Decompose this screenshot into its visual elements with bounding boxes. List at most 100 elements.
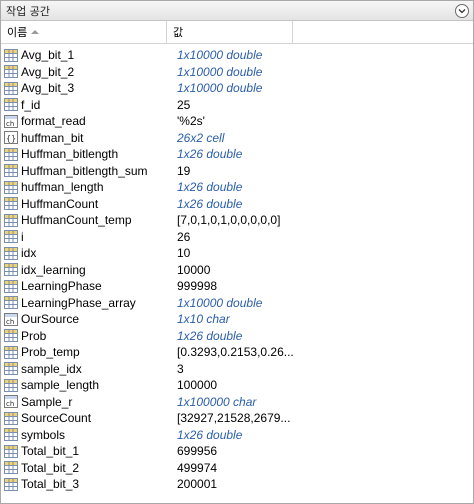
variable-name: LearningPhase_array [21,295,136,310]
variable-value: 10 [177,246,191,261]
matrix-icon [4,362,18,376]
variable-row[interactable]: sample_length 100000 [1,377,473,394]
sort-ascending-icon [31,30,40,34]
column-header: 이름 값 [1,21,473,44]
variable-row[interactable]: Total_bit_3 200001 [1,476,473,493]
variable-row[interactable]: LearningPhase 999998 [1,278,473,295]
variable-row[interactable]: symbols 1x26 double [1,427,473,444]
variable-row[interactable]: LearningPhase_array 1x10000 double [1,295,473,312]
variable-name: OurSource [21,312,80,327]
column-header-extra[interactable] [293,21,473,43]
variable-name: Avg_bit_2 [21,64,75,79]
variable-name: HuffmanCount [21,196,99,211]
variable-value: [32927,21528,2679... [177,411,291,426]
variable-name: Total_bit_3 [21,477,80,492]
variable-value: 499974 [177,460,218,475]
variable-value: 26x2 cell [177,130,225,145]
matrix-icon [4,477,18,491]
variable-row[interactable]: ch OurSource 1x10 char [1,311,473,328]
matrix-icon [4,81,18,95]
variable-row[interactable]: huffman_length 1x26 double [1,179,473,196]
variable-value: 1x10 char [177,312,230,327]
variable-row[interactable]: HuffmanCount 1x26 double [1,196,473,213]
char-icon: ch [4,395,18,409]
variable-name: Avg_bit_1 [21,48,75,63]
variable-name: LearningPhase [21,279,102,294]
workspace-panel: 작업 공간 이름 값 Avg_bit_1 1x10000 double Avg_bi… [0,0,474,504]
variable-value: 699956 [177,444,218,459]
variable-value: 1x10000 double [177,81,263,96]
variable-name: huffman_bit [21,130,84,145]
variable-row[interactable]: {} huffman_bit 26x2 cell [1,130,473,147]
variable-row[interactable]: Prob_temp [0.3293,0.2153,0.26... [1,344,473,361]
matrix-icon [4,230,18,244]
matrix-icon [4,147,18,161]
char-icon: ch [4,312,18,326]
variable-row[interactable]: Huffman_bitlength 1x26 double [1,146,473,163]
variable-row[interactable]: HuffmanCount_temp [7,0,1,0,1,0,0,0,0,0] [1,212,473,229]
variable-value: 1x26 double [177,328,243,343]
variable-name: huffman_length [21,180,104,195]
variable-row[interactable]: i 26 [1,229,473,246]
variable-value: 25 [177,97,191,112]
variable-value: 1x26 double [177,196,243,211]
char-icon: ch [4,114,18,128]
variable-value: 1x10000 double [177,48,263,63]
matrix-icon [4,65,18,79]
variable-row[interactable]: Prob 1x26 double [1,328,473,345]
variable-value: 1x26 double [177,180,243,195]
variable-name: Huffman_bitlength [21,147,119,162]
matrix-icon [4,180,18,194]
svg-text:ch: ch [6,318,14,326]
variable-name: Total_bit_2 [21,460,80,475]
variable-value: 999998 [177,279,218,294]
matrix-icon [4,411,18,425]
variable-row[interactable]: ch Sample_r 1x100000 char [1,394,473,411]
variable-name: SourceCount [21,411,92,426]
variable-name: idx_learning [21,262,86,277]
variable-row[interactable]: f_id 25 [1,97,473,114]
variable-name: symbols [21,427,66,442]
variable-name: Prob_temp [21,345,80,360]
variable-value: 26 [177,229,191,244]
variable-name: sample_idx [21,361,82,376]
variable-row[interactable]: Avg_bit_3 1x10000 double [1,80,473,97]
column-header-value[interactable]: 값 [167,21,293,43]
variable-value: 200001 [177,477,218,492]
variable-value: 1x26 double [177,427,243,442]
variable-value: '%2s' [177,114,205,129]
cell-icon: {} [4,131,18,145]
matrix-icon [4,213,18,227]
variable-name: Total_bit_1 [21,444,80,459]
variable-name: format_read [21,114,86,129]
variable-value: 1x100000 char [177,394,257,409]
variable-row[interactable]: Total_bit_1 699956 [1,443,473,460]
variable-row[interactable]: Avg_bit_2 1x10000 double [1,64,473,81]
column-header-name-label: 이름 [7,26,28,39]
variable-row[interactable]: idx_learning 10000 [1,262,473,279]
matrix-icon [4,345,18,359]
matrix-icon [4,197,18,211]
variable-row[interactable]: Avg_bit_1 1x10000 double [1,47,473,64]
variable-row[interactable]: sample_idx 3 [1,361,473,378]
variable-row[interactable]: ch format_read '%2s' [1,113,473,130]
variable-row[interactable]: SourceCount [32927,21528,2679... [1,410,473,427]
variable-row[interactable]: idx 10 [1,245,473,262]
variable-value: 10000 [177,262,211,277]
variable-list: Avg_bit_1 1x10000 double Avg_bit_2 1x10000 … [1,44,473,493]
svg-text:ch: ch [6,400,14,408]
variable-value: 1x10000 double [177,64,263,79]
matrix-icon [4,279,18,293]
matrix-icon [4,296,18,310]
column-header-name[interactable]: 이름 [1,21,167,43]
panel-titlebar: 작업 공간 [1,1,473,21]
variable-row[interactable]: Huffman_bitlength_sum 19 [1,163,473,180]
matrix-icon [4,98,18,112]
matrix-icon [4,48,18,62]
panel-menu-button[interactable] [455,4,469,18]
column-header-value-label: 값 [173,26,184,39]
matrix-icon [4,329,18,343]
variable-row[interactable]: Total_bit_2 499974 [1,460,473,477]
variable-value: [0.3293,0.2153,0.26... [177,345,294,360]
variable-name: sample_length [21,378,100,393]
